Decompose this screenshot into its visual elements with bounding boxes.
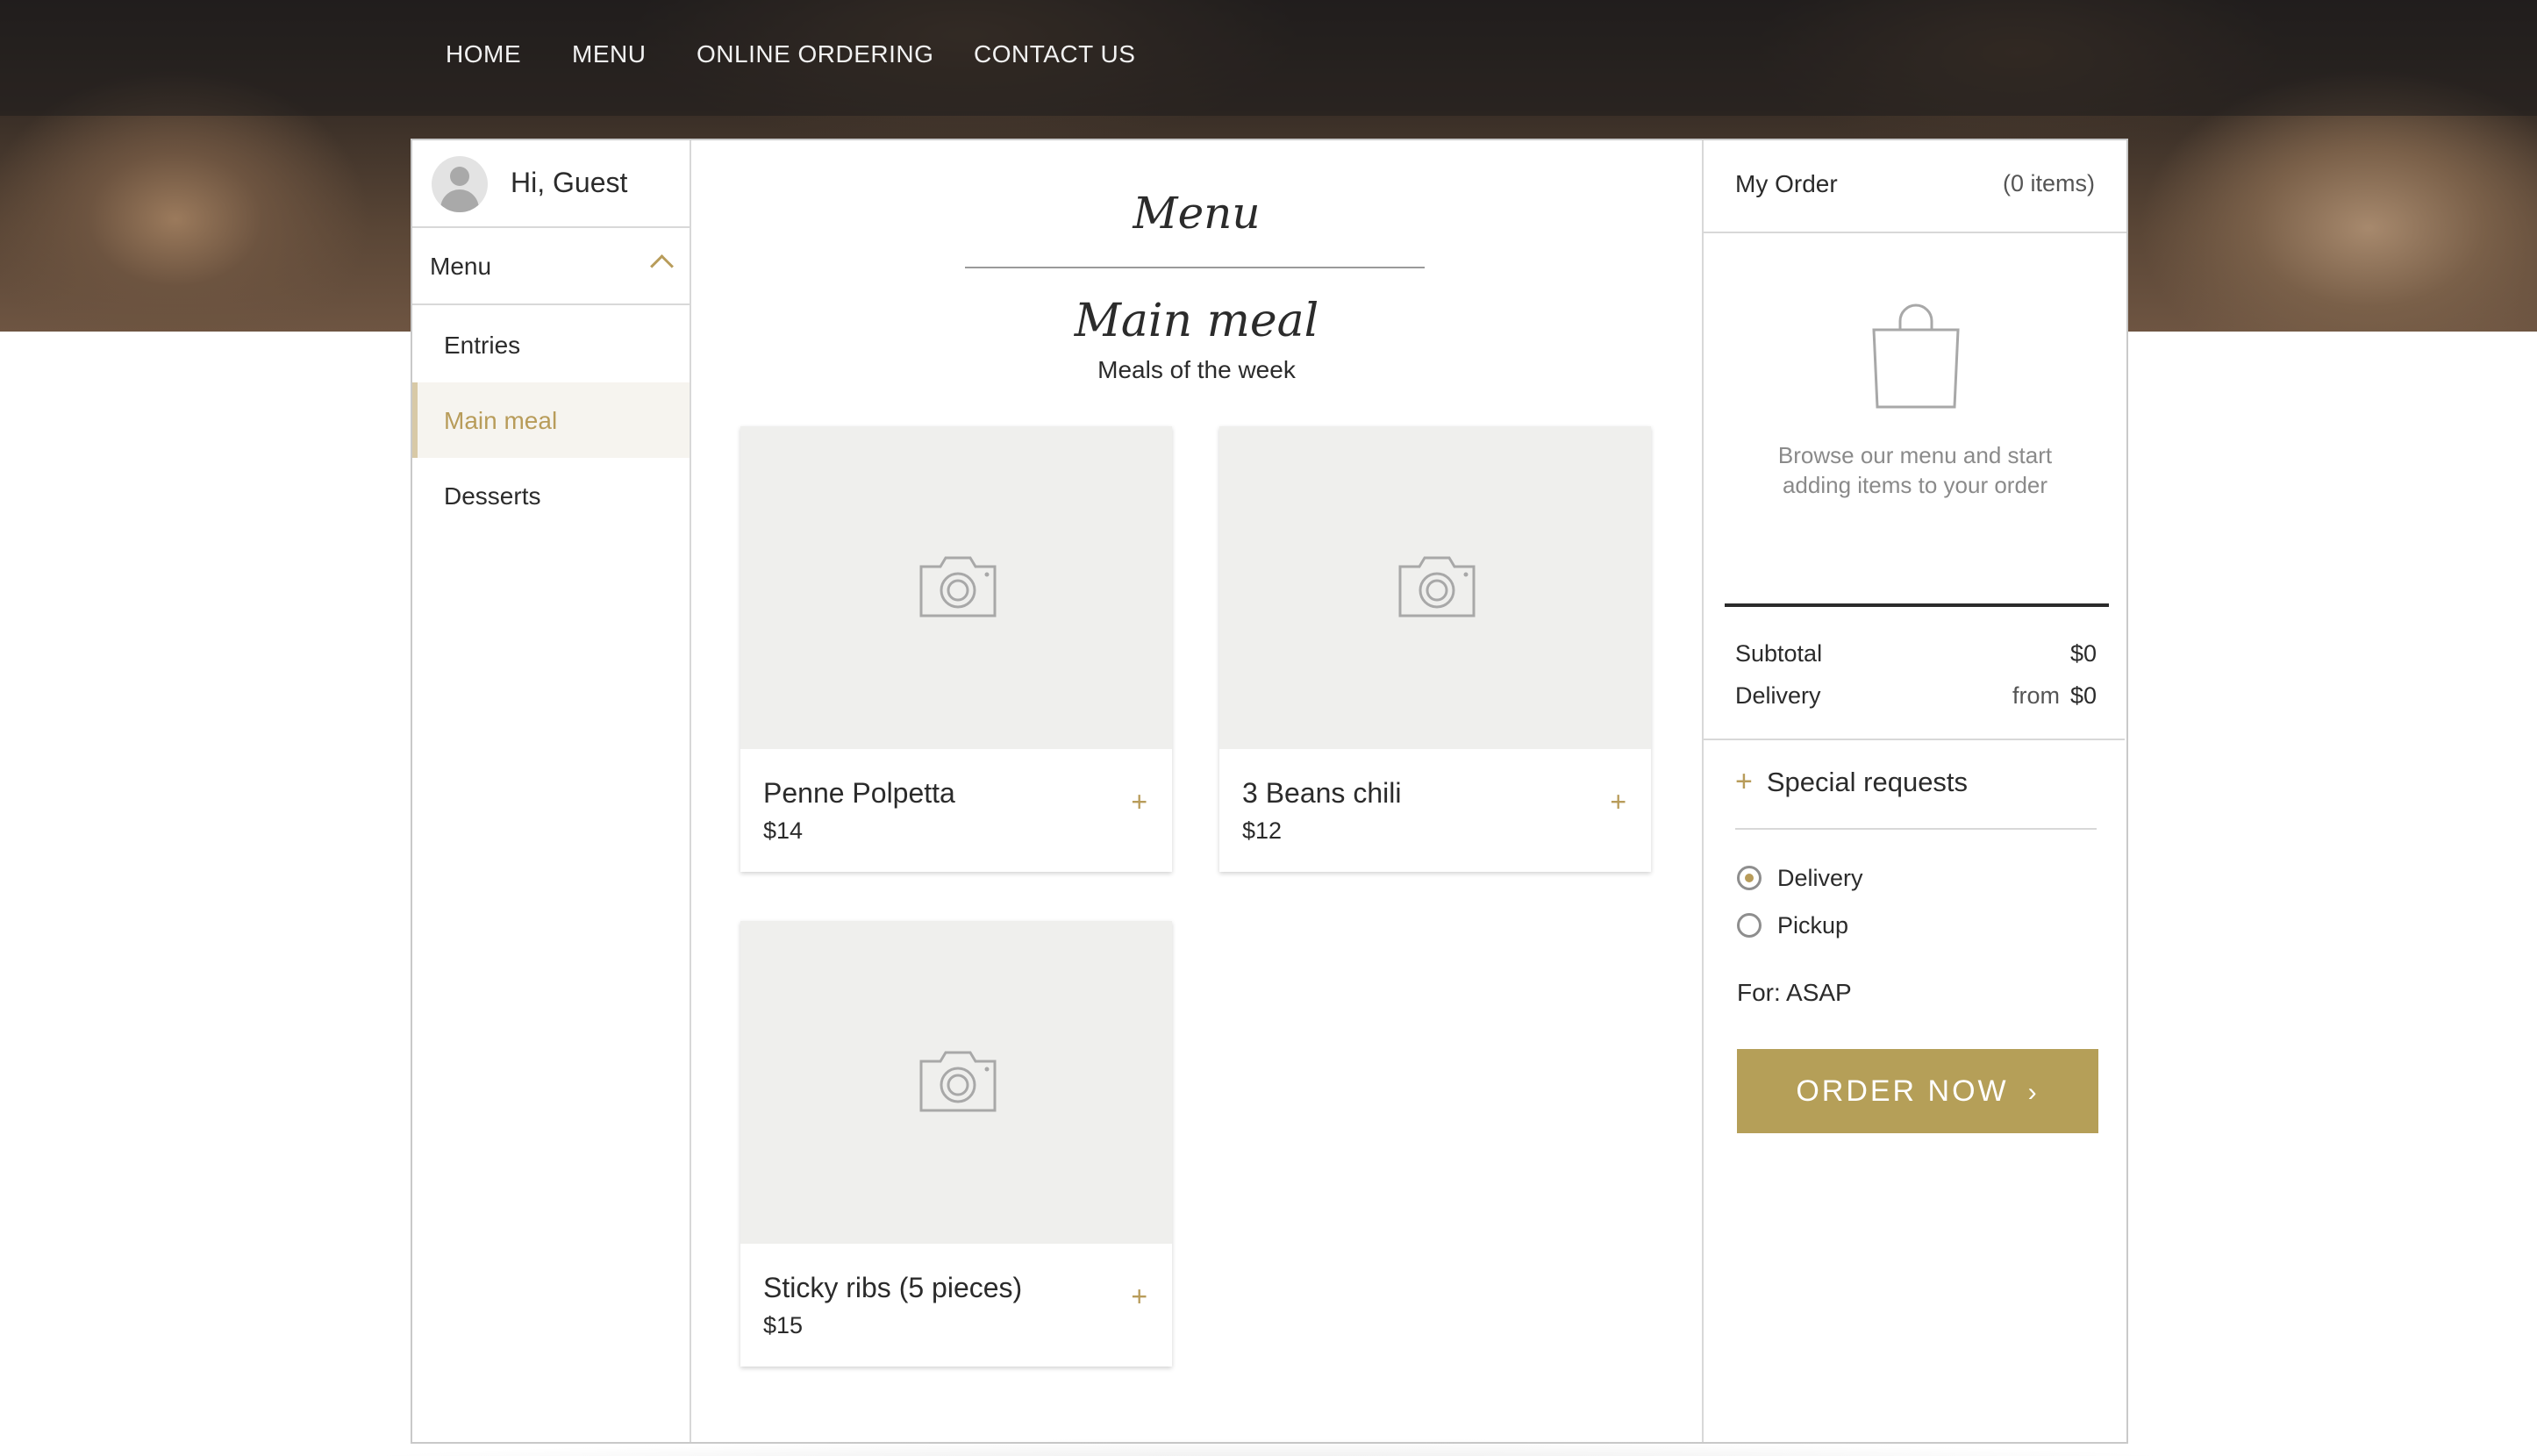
menu-content: Menu Main meal Meals of the week Penne P… (691, 140, 1702, 1442)
radio-unselected-icon (1737, 912, 1762, 938)
item-image-placeholder (740, 426, 1172, 749)
nav-menu[interactable]: MENU (572, 40, 646, 68)
order-item-count: (0 items) (2002, 170, 2095, 196)
sidebar-item-desserts[interactable]: Desserts (412, 458, 690, 533)
sidebar-item-label: Entries (444, 332, 521, 359)
empty-order-message: Browse our menu and start adding items t… (1777, 442, 2053, 498)
item-name: 3 Beans chili (1242, 777, 1402, 809)
subtotal-row: Subtotal $0 (1735, 640, 2097, 667)
sidebar-item-label: Main meal (444, 407, 558, 434)
add-item-button[interactable]: + (1131, 786, 1147, 818)
sidebar-item-main-meal[interactable]: Main meal (412, 382, 690, 458)
menu-title: Menu (1133, 188, 1261, 239)
item-name: Sticky ribs (5 pieces) (763, 1272, 1023, 1303)
item-image-placeholder (740, 921, 1172, 1244)
order-title: My Order (1735, 170, 1838, 197)
item-name: Penne Polpetta (763, 777, 955, 809)
special-requests-toggle[interactable]: + Special requests (1735, 765, 1968, 799)
order-now-button[interactable]: ORDER NOW › (1737, 1049, 2098, 1133)
title-divider (965, 267, 1425, 268)
sidebar: Hi, Guest Menu Entries Main meal Dessert… (412, 140, 691, 1442)
chevron-up-icon (650, 254, 674, 278)
delivery-option-label: Delivery (1777, 865, 1863, 891)
item-price: $14 (763, 817, 804, 844)
bottom-shadow (0, 1421, 2537, 1456)
special-requests-divider (1735, 828, 2097, 830)
camera-icon (1398, 556, 1476, 617)
delivery-fee-label: Delivery (1735, 682, 1821, 709)
menu-item-card[interactable]: 3 Beans chili $12 + (1219, 426, 1651, 872)
plus-icon: + (1735, 765, 1753, 798)
ordering-panel: Hi, Guest Menu Entries Main meal Dessert… (411, 139, 2128, 1444)
order-divider (1725, 603, 2109, 607)
delivery-fee-from: from (2012, 682, 2060, 709)
nav-contact-us[interactable]: CONTACT US (974, 40, 1135, 68)
item-price: $15 (763, 1312, 804, 1338)
sidebar-item-entries[interactable]: Entries (412, 307, 690, 382)
menu-toggle[interactable]: Menu (412, 228, 690, 305)
nav-online-ordering[interactable]: ONLINE ORDERING (697, 40, 933, 68)
order-header: My Order (0 items) (1704, 140, 2126, 233)
delivery-radio[interactable]: Delivery (1737, 865, 1863, 892)
shopping-bag-icon (1872, 303, 1960, 409)
pickup-radio[interactable]: Pickup (1737, 912, 1848, 939)
special-requests-label: Special requests (1766, 767, 1969, 797)
order-time[interactable]: For: ASAP (1737, 979, 1852, 1007)
summary-divider (1704, 739, 2125, 740)
order-panel: My Order (0 items) Browse our menu and s… (1702, 140, 2126, 1442)
camera-icon (919, 1051, 997, 1112)
camera-icon (919, 556, 997, 617)
avatar-head (450, 167, 469, 186)
subtotal-value: $0 (2069, 640, 2097, 667)
sidebar-item-label: Desserts (444, 482, 541, 510)
nav-home[interactable]: HOME (446, 40, 521, 68)
menu-toggle-label: Menu (430, 253, 492, 280)
item-image-placeholder (1219, 426, 1651, 749)
subtotal-label: Subtotal (1735, 640, 1823, 667)
chevron-right-icon: › (2027, 1078, 2040, 1107)
avatar (432, 156, 488, 212)
avatar-body (440, 189, 479, 212)
item-price: $12 (1242, 817, 1283, 844)
section-title: Main meal (1074, 295, 1319, 347)
add-item-button[interactable]: + (1610, 786, 1626, 818)
delivery-fee-row: Delivery from $0 (1735, 682, 2097, 710)
guest-header[interactable]: Hi, Guest (412, 140, 690, 228)
greeting-label: Hi, Guest (511, 167, 628, 198)
pickup-option-label: Pickup (1777, 912, 1849, 939)
delivery-fee-value: $0 (2069, 682, 2097, 709)
add-item-button[interactable]: + (1131, 1281, 1147, 1313)
radio-selected-icon (1737, 865, 1762, 890)
top-navigation: HOME MENU ONLINE ORDERING CONTACT US (0, 0, 2537, 116)
section-subtitle: Meals of the week (1097, 356, 1296, 383)
menu-item-card[interactable]: Sticky ribs (5 pieces) $15 + (740, 921, 1172, 1367)
order-now-label: ORDER NOW (1796, 1074, 2009, 1108)
menu-item-card[interactable]: Penne Polpetta $14 + (740, 426, 1172, 872)
